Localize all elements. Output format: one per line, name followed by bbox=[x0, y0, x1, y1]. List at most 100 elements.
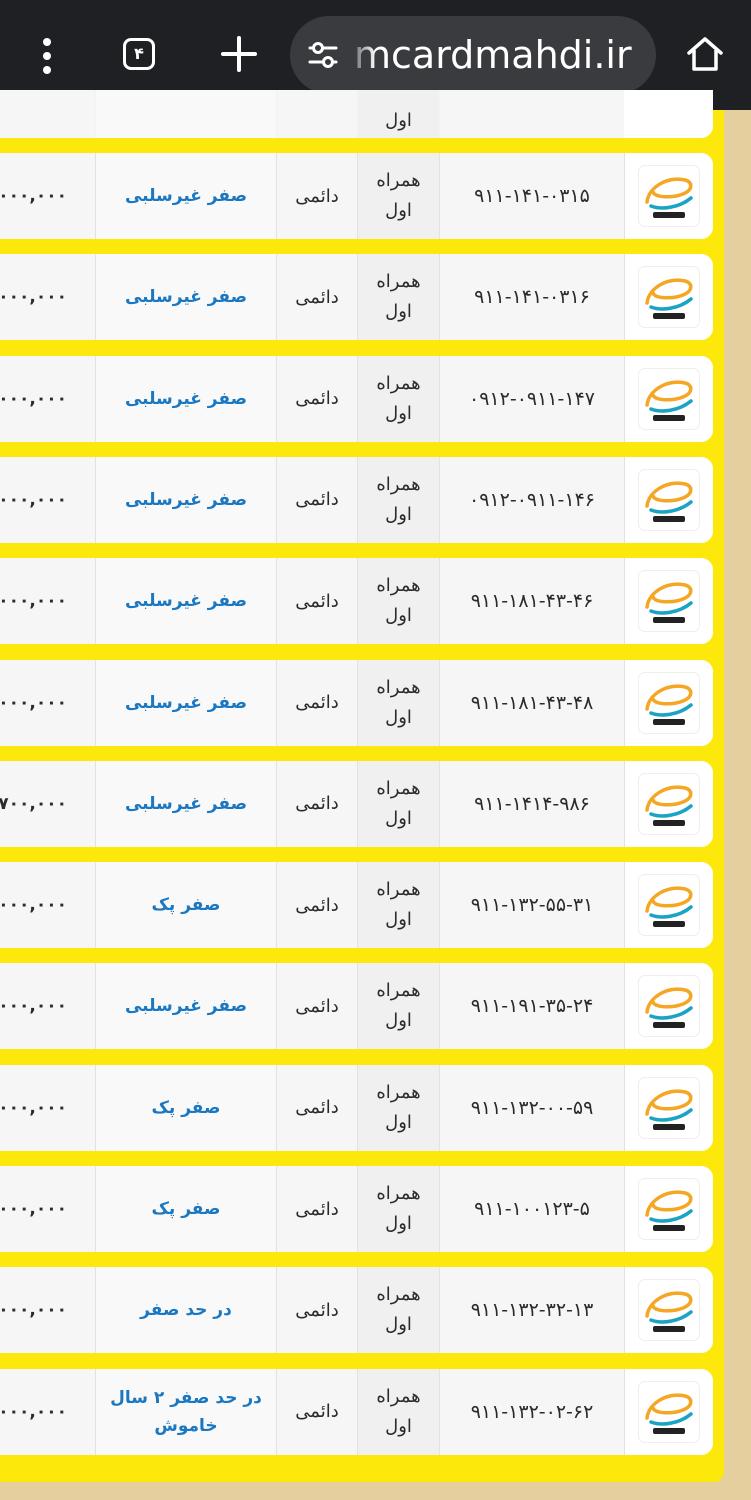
table-row[interactable]: ۹۱۱-۱۸۱-۴۳-۴۶ همراه اول دائمی صفر غیرسلب… bbox=[0, 558, 713, 645]
line-type: دائمی bbox=[277, 659, 357, 746]
phone-number: ۹۱۱-۱۸۱-۴۳-۴۶ bbox=[440, 558, 624, 645]
phone-number: ۹۱۱-۱۳۲-۰۰-۵۹ bbox=[440, 1064, 624, 1151]
sim-status: در حد صفر bbox=[96, 1267, 276, 1354]
tab-switcher-button[interactable]: ۴ bbox=[123, 38, 155, 70]
hamrah-aval-logo-icon bbox=[638, 1077, 699, 1138]
sim-status: صفر غیرسلبی bbox=[96, 558, 276, 645]
operator-name: همراه اول bbox=[358, 1368, 439, 1455]
line-type: دائمی bbox=[277, 355, 357, 442]
hamrah-aval-logo-icon bbox=[638, 1280, 699, 1341]
sim-status: صفر غیرسلبی bbox=[96, 355, 276, 442]
phone-number: ۹۱۱-۱۴۱۴-۹۸۶ bbox=[440, 760, 624, 847]
home-icon[interactable] bbox=[685, 34, 725, 74]
sim-status: در حد صفر ۲ سال خاموش bbox=[96, 1368, 276, 1455]
table-row[interactable]: ۹۱۱-۱۴۱-۰۳۱۵ همراه اول دائمی صفر غیرسلبی… bbox=[0, 153, 713, 239]
hamrah-aval-logo-icon bbox=[638, 875, 699, 936]
operator-name: همراه اول bbox=[358, 153, 439, 239]
price: ,۰۰۰,۰۰۰ bbox=[0, 862, 95, 949]
table-row[interactable]: اول bbox=[0, 90, 713, 138]
price: ,۷۰۰,۰۰۰ bbox=[0, 760, 95, 847]
sim-card-list: اول ۹۱۱-۱۴۱-۰۳۱۵ همراه اول دائمی صفر غیر… bbox=[0, 90, 724, 1482]
operator-logo-cell bbox=[624, 760, 713, 847]
sim-status: صفر غیرسلبی bbox=[96, 963, 276, 1050]
operator-logo-cell bbox=[624, 1368, 713, 1455]
phone-number: ۹۱۱-۱۰۰۱۲۳-۵ bbox=[440, 1166, 624, 1252]
sim-status: صفر پک bbox=[96, 1166, 276, 1252]
table-row[interactable]: ۰۹۱۲-۰۹۱۱-۱۴۶ همراه اول دائمی صفر غیرسلب… bbox=[0, 456, 713, 543]
site-settings-icon[interactable] bbox=[306, 40, 340, 70]
phone-number: ۹۱۱-۱۳۲-۳۲-۱۳ bbox=[440, 1267, 624, 1354]
table-row[interactable]: ۹۱۱-۱۳۲-۵۵-۳۱ همراه اول دائمی صفر پک ,۰۰… bbox=[0, 862, 713, 949]
price: ,۰۰۰,۰۰۰ bbox=[0, 355, 95, 442]
phone-number: ۹۱۱-۱۸۱-۴۳-۴۸ bbox=[440, 659, 624, 746]
address-bar[interactable]: mcardmahdi.ir bbox=[290, 16, 656, 94]
line-type: دائمی bbox=[277, 153, 357, 239]
line-type: دائمی bbox=[277, 1166, 357, 1252]
operator-name: همراه اول bbox=[358, 1166, 439, 1252]
new-tab-icon[interactable] bbox=[219, 34, 259, 74]
line-type: دائمی bbox=[277, 963, 357, 1050]
operator-logo-cell bbox=[624, 659, 713, 746]
line-type: دائمی bbox=[277, 558, 357, 645]
line-type: دائمی bbox=[277, 254, 357, 341]
operator-name: همراه اول bbox=[358, 456, 439, 543]
price: ,۰۰۰,۰۰۰ bbox=[0, 1267, 95, 1354]
operator-logo-cell bbox=[624, 963, 713, 1050]
operator-logo-cell bbox=[624, 1166, 713, 1252]
table-row[interactable]: ۹۱۱-۱۴۱۴-۹۸۶ همراه اول دائمی صفر غیرسلبی… bbox=[0, 760, 713, 847]
operator-logo-cell bbox=[624, 254, 713, 341]
table-row[interactable]: ۹۱۱-۱۸۱-۴۳-۴۸ همراه اول دائمی صفر غیرسلب… bbox=[0, 659, 713, 746]
line-type: دائمی bbox=[277, 862, 357, 949]
hamrah-aval-logo-icon bbox=[638, 1381, 699, 1442]
table-row[interactable]: ۹۱۱-۱۴۱-۰۳۱۶ همراه اول دائمی صفر غیرسلبی… bbox=[0, 254, 713, 341]
sim-status: صفر غیرسلبی bbox=[96, 760, 276, 847]
sim-status: صفر غیرسلبی bbox=[96, 456, 276, 543]
operator-logo-cell bbox=[624, 153, 713, 239]
operator-name: همراه اول bbox=[358, 1267, 439, 1354]
price: ,۰۰۰,۰۰۰ bbox=[0, 1166, 95, 1252]
operator-name: همراه اول bbox=[358, 1064, 439, 1151]
sim-status: صفر غیرسلبی bbox=[96, 153, 276, 239]
operator-name: همراه اول bbox=[358, 760, 439, 847]
phone-number: ۹۱۱-۱۴۱-۰۳۱۶ bbox=[440, 254, 624, 341]
phone-number: ۹۱۱-۱۳۲-۰۲-۶۲ bbox=[440, 1368, 624, 1455]
price: ,۰۰۰,۰۰۰ bbox=[0, 1064, 95, 1151]
operator-logo-cell bbox=[624, 355, 713, 442]
url-text: mcardmahdi.ir bbox=[354, 33, 632, 77]
phone-number: ۹۱۱-۱۳۲-۵۵-۳۱ bbox=[440, 862, 624, 949]
hamrah-aval-logo-icon bbox=[638, 672, 699, 733]
phone-number: ۹۱۱-۱۹۱-۳۵-۲۴ bbox=[440, 963, 624, 1050]
price: ,۰۰۰,۰۰۰ bbox=[0, 659, 95, 746]
line-type: دائمی bbox=[277, 1267, 357, 1354]
operator-logo-cell bbox=[624, 456, 713, 543]
operator-logo-cell bbox=[624, 558, 713, 645]
hamrah-aval-logo-icon bbox=[638, 1179, 699, 1239]
line-type: دائمی bbox=[277, 1368, 357, 1455]
hamrah-aval-logo-icon bbox=[638, 368, 699, 429]
hamrah-aval-logo-icon bbox=[638, 773, 699, 834]
sim-status: صفر غیرسلبی bbox=[96, 659, 276, 746]
operator-name: همراه اول bbox=[358, 659, 439, 746]
table-row[interactable]: ۹۱۱-۱۰۰۱۲۳-۵ همراه اول دائمی صفر پک ,۰۰۰… bbox=[0, 1166, 713, 1252]
operator-name: همراه اول bbox=[358, 963, 439, 1050]
hamrah-aval-logo-icon bbox=[638, 976, 699, 1037]
phone-number: ۰۹۱۲-۰۹۱۱-۱۴۶ bbox=[440, 456, 624, 543]
operator-name: همراه اول bbox=[358, 355, 439, 442]
table-row[interactable]: ۹۱۱-۱۳۲-۰۰-۵۹ همراه اول دائمی صفر پک ,۰۰… bbox=[0, 1064, 713, 1151]
table-row[interactable]: ۹۱۱-۱۳۲-۰۲-۶۲ همراه اول دائمی در حد صفر … bbox=[0, 1368, 713, 1455]
hamrah-aval-logo-icon bbox=[638, 166, 699, 226]
hamrah-aval-logo-icon bbox=[638, 469, 699, 530]
operator-name: همراه اول bbox=[358, 558, 439, 645]
table-row[interactable]: ۹۱۱-۱۹۱-۳۵-۲۴ همراه اول دائمی صفر غیرسلب… bbox=[0, 963, 713, 1050]
operator-name: همراه اول bbox=[358, 862, 439, 949]
hamrah-aval-logo-icon bbox=[638, 267, 699, 328]
table-row[interactable]: ۹۱۱-۱۳۲-۳۲-۱۳ همراه اول دائمی در حد صفر … bbox=[0, 1267, 713, 1354]
operator-logo-cell bbox=[624, 862, 713, 949]
operator-logo-cell bbox=[624, 1267, 713, 1354]
table-row[interactable]: ۰۹۱۲-۰۹۱۱-۱۴۷ همراه اول دائمی صفر غیرسلب… bbox=[0, 355, 713, 442]
operator-name: همراه اول bbox=[358, 254, 439, 341]
phone-number: ۹۱۱-۱۴۱-۰۳۱۵ bbox=[440, 153, 624, 239]
price: ,۰۰۰,۰۰۰ bbox=[0, 558, 95, 645]
more-menu-icon[interactable] bbox=[34, 36, 60, 76]
sim-status: صفر غیرسلبی bbox=[96, 254, 276, 341]
